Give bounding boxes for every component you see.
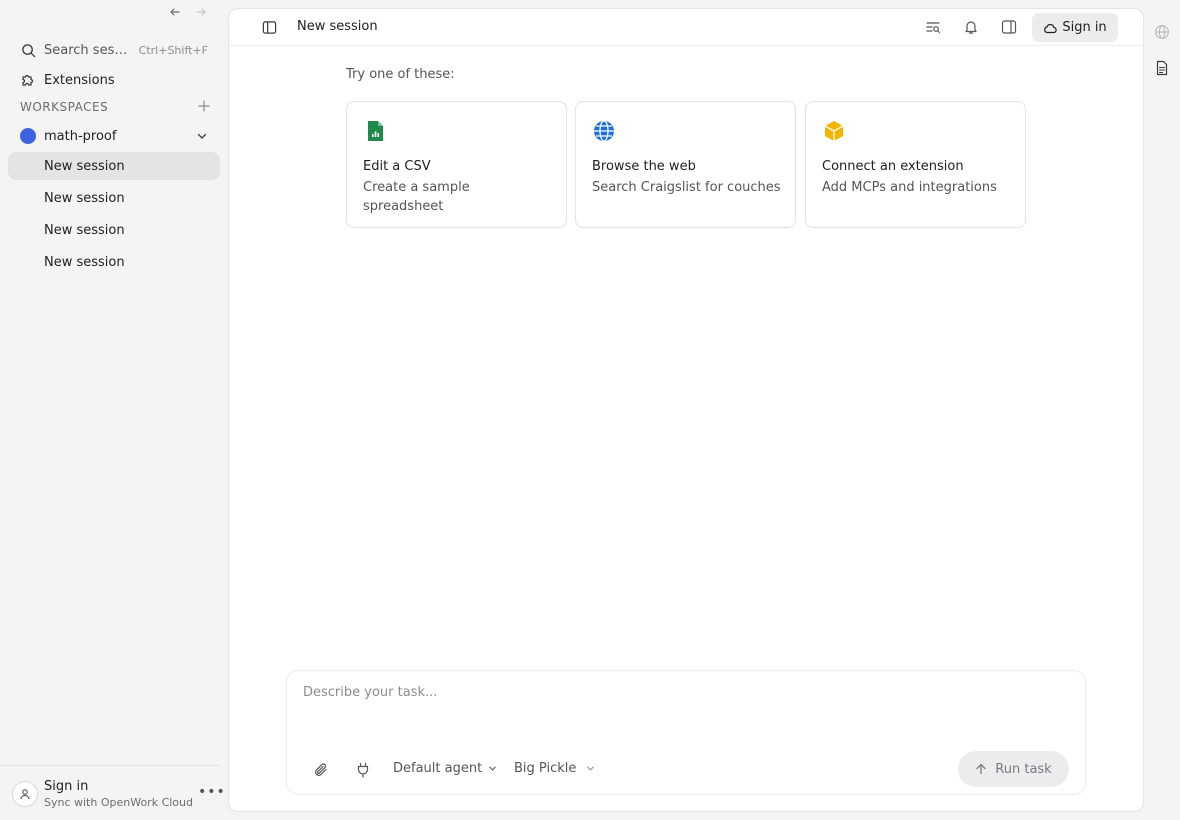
page-title: New session [297, 19, 378, 34]
workspaces-header: WORKSPACES [20, 100, 214, 116]
sidebar-toggle-icon[interactable] [259, 17, 279, 37]
session-item[interactable]: New session [8, 184, 220, 212]
account-signin-label[interactable]: Sign in [44, 779, 88, 794]
topbar: New session Sign in [229, 9, 1143, 46]
add-workspace-icon[interactable] [198, 100, 210, 112]
main-panel: New session Sign in Try one of these: Ed… [228, 8, 1144, 812]
plug-icon[interactable] [353, 760, 373, 780]
search-list-icon[interactable] [923, 17, 943, 37]
more-options-icon[interactable]: ••• [198, 784, 226, 800]
avatar[interactable] [12, 781, 38, 807]
session-label: New session [44, 254, 125, 270]
suggestion-card-extension[interactable]: Connect an extension Add MCPs and integr… [805, 101, 1026, 228]
task-composer: Describe your task... Default agent Big … [286, 670, 1086, 795]
workspace-color-dot [20, 128, 36, 144]
card-title: Browse the web [592, 159, 696, 174]
card-description: Create a sample spreadsheet [363, 180, 470, 214]
card-description: Search Craigslist for couches [592, 180, 781, 195]
session-label: New session [44, 158, 125, 174]
session-label: New session [44, 222, 125, 238]
task-input[interactable]: Describe your task... [303, 685, 437, 700]
document-icon[interactable] [1153, 59, 1171, 77]
card-description: Add MCPs and integrations [822, 180, 997, 195]
spreadsheet-icon [363, 119, 387, 143]
arrow-up-icon [975, 763, 987, 775]
back-arrow-icon[interactable] [166, 4, 184, 20]
signin-button[interactable]: Sign in [1032, 13, 1118, 42]
panel-toggle-icon[interactable] [999, 17, 1019, 37]
card-title: Edit a CSV [363, 159, 431, 174]
card-title: Connect an extension [822, 159, 964, 174]
chevron-down-icon [586, 764, 595, 773]
suggestion-card-browse[interactable]: Browse the web Search Craigslist for cou… [575, 101, 796, 228]
extensions-label: Extensions [44, 72, 115, 88]
chevron-down-icon [488, 764, 497, 773]
session-item[interactable]: New session [8, 216, 220, 244]
history-nav [166, 4, 210, 20]
signin-label: Sign in [1062, 20, 1107, 35]
account-sync-label: Sync with OpenWork Cloud [44, 796, 193, 809]
session-item[interactable]: New session [8, 152, 220, 180]
workspaces-label: WORKSPACES [20, 100, 109, 114]
cube-icon [822, 119, 846, 143]
globe-outline-icon[interactable] [1153, 23, 1171, 41]
suggestions-label: Try one of these: [346, 67, 455, 82]
session-item[interactable]: New session [8, 248, 220, 276]
run-task-label: Run task [995, 761, 1052, 777]
session-label: New session [44, 190, 125, 206]
run-task-button[interactable]: Run task [958, 751, 1069, 787]
extensions-button[interactable]: Extensions [8, 66, 220, 94]
model-select-label: Big Pickle [514, 761, 577, 776]
paperclip-icon[interactable] [311, 760, 331, 780]
bell-icon[interactable] [961, 17, 981, 37]
search-sessions-label: Search sessions [44, 42, 128, 58]
sidebar: Search sessions Ctrl+Shift+F Extensions … [0, 0, 228, 820]
search-sessions-button[interactable]: Search sessions Ctrl+Shift+F [8, 36, 220, 64]
suggestion-card-csv[interactable]: Edit a CSV Create a sample spreadsheet [346, 101, 567, 228]
workspace-item[interactable]: math-proof [8, 122, 220, 150]
forward-arrow-icon[interactable] [192, 4, 210, 20]
cloud-icon [1043, 22, 1058, 34]
puzzle-icon [20, 72, 36, 88]
chevron-down-icon[interactable] [196, 130, 208, 142]
search-shortcut: Ctrl+Shift+F [138, 43, 208, 57]
workspace-name: math-proof [44, 128, 117, 144]
agent-select-label: Default agent [393, 761, 483, 776]
agent-select[interactable]: Default agent [393, 761, 497, 776]
model-select[interactable]: Big Pickle [514, 761, 595, 776]
globe-icon [592, 119, 616, 143]
account-footer[interactable]: Sign in Sync with OpenWork Cloud ••• [0, 765, 225, 820]
search-icon [20, 42, 36, 58]
